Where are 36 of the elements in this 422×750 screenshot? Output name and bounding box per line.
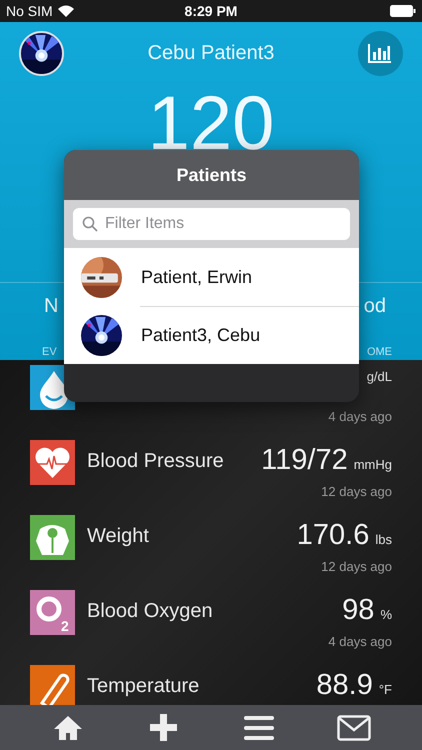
filter-field[interactable]: Filter Items (73, 208, 350, 240)
reading-value: 88.9 (316, 669, 373, 702)
clock-text: 8:29 PM (184, 3, 238, 19)
battery-icon (390, 5, 416, 17)
unit-text: g/dL (366, 369, 392, 384)
reading-name: Weight (87, 525, 149, 547)
caption-text: EV (42, 346, 57, 358)
reading-name: Temperature (87, 675, 200, 697)
search-icon (82, 216, 98, 232)
patient-title: Cebu Patient3 (148, 42, 274, 64)
reading-value: 98 (342, 594, 374, 627)
time-ago-text: 4 days ago (328, 634, 392, 649)
oxygen-icon: 2 (30, 590, 75, 635)
time-ago-text: 12 days ago (321, 559, 392, 574)
unit-text: °F (378, 682, 392, 697)
caption-text: OME (366, 346, 392, 358)
unit-text: lbs (375, 532, 392, 547)
time-ago-text: 4 days ago (328, 409, 392, 424)
bar-chart-icon (368, 43, 392, 63)
time-ago-text: 12 days ago (321, 484, 392, 499)
reading-value: 170.6 (296, 519, 370, 552)
patient-name[interactable]: Patient, Erwin (141, 266, 252, 288)
unit-text: mmHg (354, 457, 392, 472)
patient-name[interactable]: Patient3, Cebu (141, 324, 260, 346)
label-text: od (364, 295, 386, 318)
thermometer-icon (30, 665, 75, 705)
carrier-text: No SIM (6, 3, 53, 19)
reading-name: Blood Pressure (87, 450, 224, 472)
wifi-icon (58, 5, 74, 17)
reading-value: 119/72 (261, 444, 348, 477)
scale-icon (30, 515, 75, 560)
reading-name: Blood Oxygen (87, 600, 213, 622)
reading-value: 120 (148, 81, 274, 166)
unit-text: % (380, 607, 392, 622)
popover-title: Patients (176, 164, 247, 186)
label-text: N (44, 295, 58, 318)
